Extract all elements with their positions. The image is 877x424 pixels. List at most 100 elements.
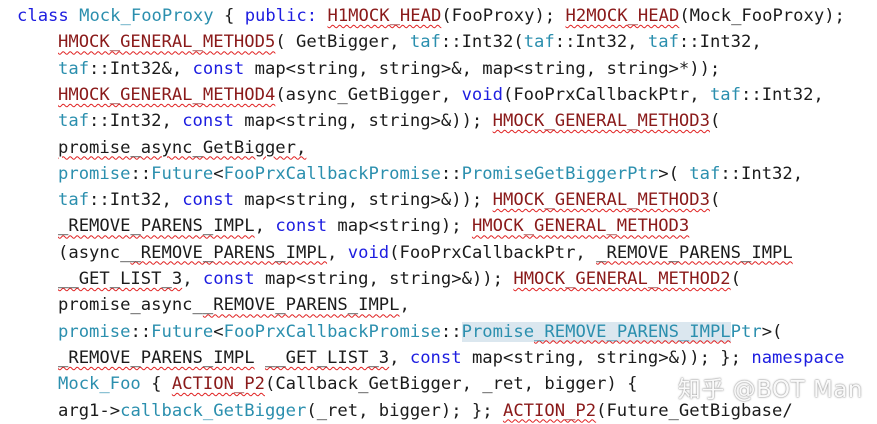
code-token: :: [440, 321, 462, 342]
zhihu-watermark: 知乎 @BOT Man [677, 377, 863, 403]
code-line: __GET_LIST_3, const map<string, string>&… [58, 266, 741, 292]
code-token: taf [58, 58, 90, 79]
code-token: ::Int32, [720, 163, 804, 184]
code-token: promise [58, 321, 131, 342]
code-token: map<string, string>&)); [254, 269, 514, 289]
code-token: >( [658, 163, 690, 184]
code-view: class Mock_FooProxy { public: H1MOCK_HEA… [0, 0, 877, 422]
code-line: class Mock_FooProxy { public: H1MOCK_HEA… [17, 3, 845, 29]
code-token: , [399, 295, 410, 316]
code-token: HMOCK_GENERAL_METHOD2 [513, 269, 731, 289]
code-token: ::Int32&, [89, 58, 193, 79]
code-token: taf [409, 32, 441, 53]
code-token: Promise [461, 321, 535, 342]
code-token: map<string, string>&, map<string, string… [244, 58, 721, 79]
code-token: (async_GetBigger, [275, 84, 462, 105]
code-token: void [461, 84, 503, 105]
code-token: PromiseGetBiggerPtr [461, 163, 659, 184]
code-token: _REMOVE_PARENS_IMPL [534, 321, 731, 342]
code-token: (FooProxy); [441, 6, 566, 26]
code-token: class [17, 6, 69, 26]
code-token: < [213, 163, 224, 184]
code-token: _REMOVE_PARENS_IMPL [58, 216, 255, 237]
code-token: ACTION_P2 [502, 400, 597, 421]
code-token: ::Int32, [89, 111, 183, 132]
code-token: ( GetBigger, [275, 32, 410, 53]
code-line: promise_async__REMOVE_PARENS_IMPL, [58, 292, 410, 318]
code-token: { [140, 374, 172, 395]
code-line: _REMOVE_PARENS_IMPL, const map<string); … [58, 213, 689, 239]
code-token: H2MOCK_HEAD [565, 6, 680, 26]
code-token: const [192, 58, 245, 79]
code-token: const [182, 111, 234, 132]
code-token: Future [151, 163, 214, 184]
code-token: , [254, 216, 276, 237]
code-token: ::Int32, [554, 32, 648, 53]
code-token: (_ret, bigger); }; [306, 400, 503, 421]
code-line: HMOCK_GENERAL_METHOD4(async_GetBigger, v… [58, 82, 824, 108]
code-token: _REMOVE_PARENS_IMPL [596, 242, 793, 263]
code-token: map<string, string>&)); }; [461, 347, 752, 368]
code-token: map<string, string>&)); [233, 111, 493, 132]
code-token: promise_async_ [58, 295, 203, 316]
code-token: (FooPrxCallbackPtr, [502, 84, 710, 105]
code-token: >( [761, 321, 783, 342]
code-token: HMOCK_GENERAL_METHOD5 [58, 32, 276, 53]
code-line: taf::Int32, const map<string, string>&))… [58, 108, 720, 134]
code-token: (Mock_FooProxy); [679, 6, 845, 26]
code-token: HMOCK_GENERAL_METHOD3 [492, 190, 710, 211]
code-token: arg1-> [58, 400, 121, 421]
code-token: __GET_LIST_3 [264, 347, 390, 368]
code-token: , [182, 269, 203, 289]
code-line: (async__REMOVE_PARENS_IMPL, void(FooPrxC… [58, 240, 793, 266]
code-token: :: [440, 163, 462, 184]
code-token: ( [709, 111, 721, 132]
code-line: promise::Future<FooPrxCallbackPromise::P… [58, 161, 803, 187]
code-token: promise [58, 163, 131, 184]
code-token: ::Int32, [741, 84, 824, 105]
code-token: , [327, 242, 348, 263]
code-token: ::Int32, [678, 32, 762, 53]
code-token: ( [709, 190, 721, 211]
code-line: taf::Int32, const map<string, string>&))… [58, 187, 720, 213]
code-token: const [275, 216, 328, 237]
code-token: ACTION_P2 [171, 374, 265, 395]
code-token: map<string, string>&)); [233, 190, 493, 211]
code-token: FooPrxCallbackPromise [223, 321, 441, 342]
code-line: Mock_Foo { ACTION_P2(Callback_GetBigger,… [58, 371, 638, 397]
code-token: taf [709, 84, 741, 105]
code-token: ( [730, 269, 742, 289]
code-token: Future [151, 321, 214, 342]
code-line: HMOCK_GENERAL_METHOD5( GetBigger, taf::I… [58, 29, 762, 55]
code-token: , [389, 347, 410, 368]
code-token: _REMOVE_PARENS_IMPL [202, 295, 400, 316]
code-token: taf [58, 190, 90, 211]
code-token: :: [130, 321, 152, 342]
code-token: promise_async_GetBigger, [58, 137, 307, 158]
code-token: ::Int32( [440, 32, 524, 53]
code-line: promise::Future<FooPrxCallbackPromise::P… [58, 319, 782, 345]
code-line: taf::Int32&, const map<string, string>&,… [58, 56, 720, 82]
code-token: Mock_FooProxy [79, 6, 214, 26]
code-token: const [202, 269, 255, 289]
code-token: public: [244, 6, 318, 26]
code-token: taf [647, 32, 679, 53]
code-token: _REMOVE_PARENS_IMPL [130, 242, 328, 263]
code-token: < [213, 321, 224, 342]
code-token: taf [689, 163, 721, 184]
code-token: { [213, 6, 245, 26]
code-token: __GET_LIST_3 [58, 269, 183, 289]
code-token: (Callback_GetBigger, _ret, bigger) { [264, 374, 638, 395]
code-token: map<string); [327, 216, 472, 237]
code-token: const [409, 347, 462, 368]
code-token: ::Int32, [89, 190, 183, 211]
code-token: const [182, 190, 234, 211]
code-token: H1MOCK_HEAD [327, 6, 442, 26]
code-token: void [347, 242, 390, 263]
code-line: _REMOVE_PARENS_IMPL __GET_LIST_3, const … [58, 345, 845, 371]
code-token: taf [58, 111, 90, 132]
code-token: (async_ [58, 242, 131, 263]
